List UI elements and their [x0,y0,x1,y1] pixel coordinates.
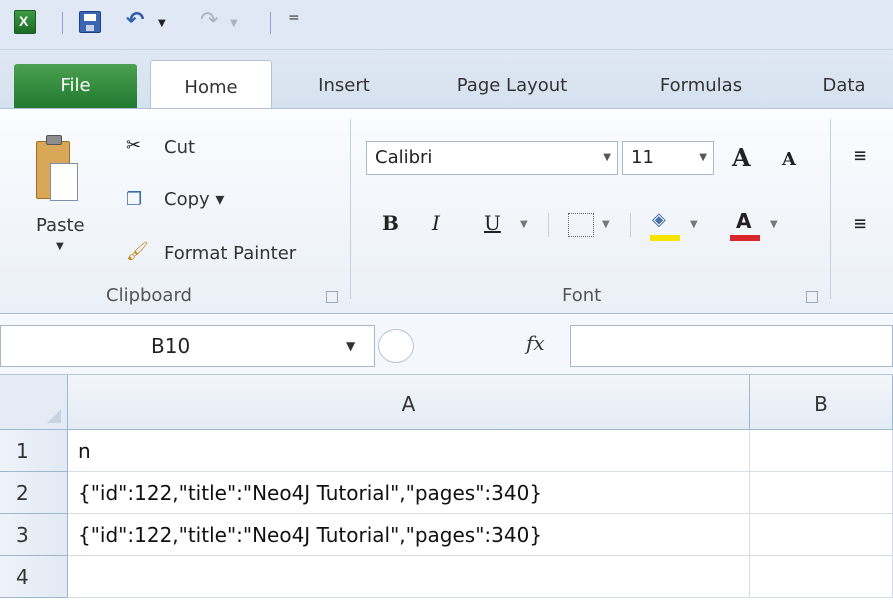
group-divider [830,119,831,299]
toolbar-divider [62,12,63,34]
button-divider [630,213,631,237]
shrink-font-button[interactable]: A [782,149,796,170]
fill-color-icon[interactable]: ◈ [652,209,666,230]
name-box[interactable]: B10 ▼ [0,325,375,367]
customize-toolbar-icon[interactable]: = [288,11,300,25]
chevron-down-icon[interactable]: ▼ [603,142,611,174]
column-header-b[interactable]: B [750,375,893,430]
cell-b2[interactable] [750,472,893,514]
redo-icon[interactable]: ↷ [200,8,218,33]
font-dialog-launcher-icon[interactable] [806,291,818,303]
grow-font-button[interactable]: A [732,143,751,172]
clipboard-dialog-launcher-icon[interactable] [326,291,338,303]
copy-icon: ❐ [126,189,143,210]
formula-controls: fx [378,325,568,367]
group-divider [350,119,351,299]
formula-bar: B10 ▼ fx [0,315,893,375]
font-color-button[interactable]: A [736,209,751,233]
cut-icon: ✂ [126,135,142,156]
font-size-value: 11 [631,147,654,168]
tab-page-layout[interactable]: Page Layout [422,64,602,108]
format-painter-icon: 🖌 [126,241,149,262]
toolbar-divider [270,12,271,34]
select-all-button[interactable] [0,375,68,430]
font-size-combobox[interactable]: 11 ▼ [622,141,714,175]
paste-button[interactable]: Paste [36,215,85,236]
font-color-dropdown-icon[interactable]: ▼ [770,219,778,230]
borders-icon[interactable] [568,213,594,237]
formula-input[interactable] [570,325,893,367]
undo-dropdown-icon[interactable]: ▼ [158,18,166,29]
underline-button[interactable]: U [484,211,501,235]
chevron-down-icon[interactable]: ▼ [699,142,707,174]
row-header-4[interactable]: 4 [0,556,68,598]
undo-icon[interactable]: ↶ [126,8,144,33]
tab-insert[interactable]: Insert [300,64,388,108]
cell-a4[interactable] [68,556,750,598]
chevron-down-icon[interactable]: ▼ [346,326,355,366]
fill-color-swatch [650,235,680,241]
paste-dropdown-icon[interactable]: ▼ [56,241,64,252]
name-box-value: B10 [151,334,191,358]
cut-button[interactable]: Cut [164,137,195,158]
copy-button[interactable]: Copy ▾ [164,189,224,210]
cell-a3[interactable]: {"id":122,"title":"Neo4J Tutorial","page… [68,514,750,556]
column-header-a[interactable]: A [68,375,750,430]
align-top-icon[interactable]: ≡ [854,143,866,167]
row-header-1[interactable]: 1 [0,430,68,472]
quick-access-toolbar: ↶ ▼ ↷ ▼ = [0,0,893,50]
font-name-combobox[interactable]: Calibri ▼ [366,141,618,175]
cell-a1[interactable]: n [68,430,750,472]
cell-b3[interactable] [750,514,893,556]
row-header-3[interactable]: 3 [0,514,68,556]
tab-data[interactable]: Data [804,64,884,108]
bold-button[interactable]: B [382,211,399,235]
align-left-icon[interactable]: ≡ [854,211,866,235]
clipboard-group-label: Clipboard [106,285,192,306]
ribbon-tabs: File Home Insert Page Layout Formulas Da… [0,50,893,110]
format-painter-button[interactable]: Format Painter [164,243,296,264]
cell-a2[interactable]: {"id":122,"title":"Neo4J Tutorial","page… [68,472,750,514]
circle-icon [378,329,414,363]
insert-function-button[interactable]: fx [526,331,545,355]
underline-dropdown-icon[interactable]: ▼ [520,219,528,230]
cell-b4[interactable] [750,556,893,598]
excel-logo-icon[interactable] [14,10,36,34]
fill-color-dropdown-icon[interactable]: ▼ [690,219,698,230]
cell-b1[interactable] [750,430,893,472]
button-divider [548,213,549,237]
worksheet-grid: A B 1 n 2 {"id":122,"title":"Neo4J Tutor… [0,375,893,610]
font-name-value: Calibri [375,147,433,168]
borders-dropdown-icon[interactable]: ▼ [602,219,610,230]
italic-button[interactable]: I [432,211,440,235]
font-color-swatch [730,235,760,241]
tab-home[interactable]: Home [150,60,272,110]
ribbon-home: Paste ▼ ✂ Cut ❐ Copy ▾ 🖌 Format Painter … [0,108,893,314]
tab-formulas[interactable]: Formulas [636,64,766,108]
redo-dropdown-icon[interactable]: ▼ [230,18,238,29]
save-icon[interactable] [79,11,101,33]
tab-file[interactable]: File [14,64,137,108]
row-header-2[interactable]: 2 [0,472,68,514]
paste-icon[interactable] [36,133,78,203]
font-group-label: Font [562,285,602,306]
